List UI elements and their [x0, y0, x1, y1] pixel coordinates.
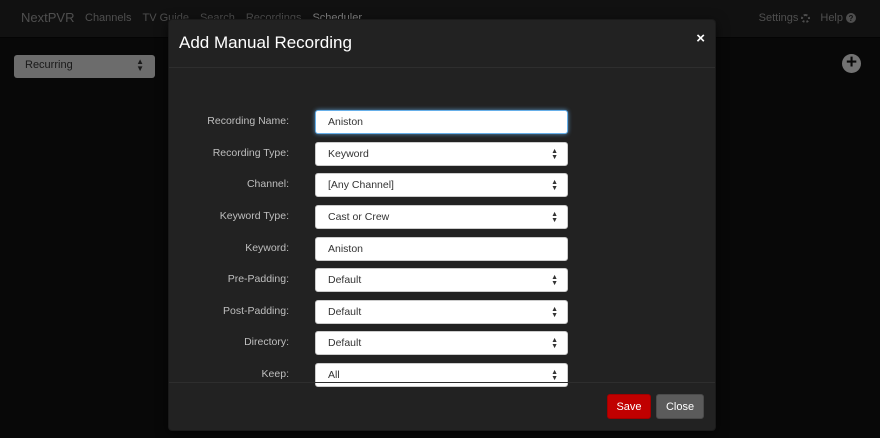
- directory-value: Default: [328, 337, 362, 349]
- close-button[interactable]: Close: [656, 394, 704, 419]
- post-padding-label: Post-Padding:: [223, 305, 289, 317]
- pre-padding-select[interactable]: Default ▲ ▼: [315, 268, 568, 292]
- post-padding-value: Default: [328, 306, 362, 318]
- keyword-type-select[interactable]: Cast or Crew ▲ ▼: [315, 205, 568, 229]
- select-arrows-icon: ▲▼: [551, 274, 558, 287]
- directory-select[interactable]: Default ▲ ▼: [315, 331, 568, 355]
- select-arrows-icon: ▲▼: [551, 211, 558, 224]
- channel-value: [Any Channel]: [328, 179, 394, 191]
- modal-body: Recording Name: Recording Type: Keyword …: [169, 68, 715, 387]
- select-arrows-icon: ▲▼: [551, 369, 558, 382]
- select-arrows-icon: ▲▼: [551, 306, 558, 319]
- select-arrows-icon: ▲▼: [551, 179, 558, 192]
- keyword-type-row: Keyword Type: Cast or Crew ▲ ▼: [169, 205, 715, 229]
- keyword-label: Keyword:: [245, 242, 289, 254]
- recording-name-input[interactable]: [315, 110, 568, 134]
- keyword-row: Keyword:: [169, 237, 715, 261]
- post-padding-row: Post-Padding: Default ▲ ▼: [169, 300, 715, 324]
- channel-label: Channel:: [246, 178, 289, 190]
- pre-padding-label: Pre-Padding:: [227, 273, 289, 285]
- select-arrows-icon: ▲▼: [551, 148, 558, 161]
- pre-padding-value: Default: [328, 274, 362, 286]
- directory-row: Directory: Default ▲ ▼: [169, 331, 715, 355]
- recording-name-row: Recording Name:: [169, 110, 715, 134]
- modal-header: Add Manual Recording ×: [169, 20, 715, 68]
- recording-name-label: Recording Name:: [207, 115, 289, 127]
- add-manual-recording-dialog: Add Manual Recording × Recording Name: R…: [168, 19, 716, 431]
- keyword-input[interactable]: [315, 237, 568, 261]
- keyword-type-value: Cast or Crew: [328, 211, 390, 223]
- save-button[interactable]: Save: [607, 394, 651, 419]
- recording-type-select[interactable]: Keyword ▲ ▼: [315, 142, 568, 166]
- recording-type-row: Recording Type: Keyword ▲ ▼: [169, 142, 715, 166]
- post-padding-select[interactable]: Default ▲ ▼: [315, 300, 568, 324]
- select-arrows-icon: ▲▼: [551, 337, 558, 350]
- keyword-type-label: Keyword Type:: [219, 210, 289, 222]
- modal-footer: Save Close: [169, 382, 715, 431]
- keep-value: All: [328, 369, 340, 381]
- modal-title: Add Manual Recording: [179, 33, 352, 52]
- recording-type-label: Recording Type:: [212, 147, 289, 159]
- recording-type-value: Keyword: [328, 148, 369, 160]
- channel-row: Channel: [Any Channel] ▲ ▼: [169, 173, 715, 197]
- directory-label: Directory:: [244, 336, 289, 348]
- close-icon[interactable]: ×: [696, 30, 705, 47]
- channel-select[interactable]: [Any Channel] ▲ ▼: [315, 173, 568, 197]
- keep-label: Keep:: [261, 368, 289, 380]
- pre-padding-row: Pre-Padding: Default ▲ ▼: [169, 268, 715, 292]
